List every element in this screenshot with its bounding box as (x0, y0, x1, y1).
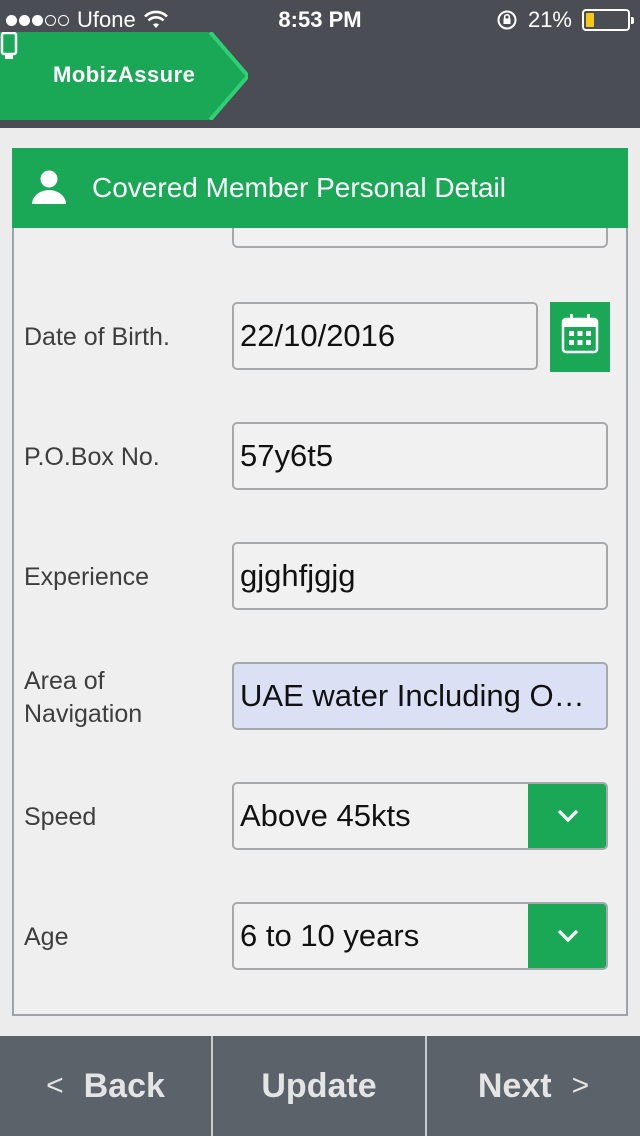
battery-level-fill (586, 13, 594, 27)
calendar-icon (561, 314, 599, 354)
brand-name: MobizAssure (53, 62, 196, 87)
pobox-input[interactable]: 57y6t5 (232, 422, 608, 490)
chevron-down-icon (557, 929, 579, 943)
pobox-label: P.O.Box No. (24, 443, 160, 471)
next-label: Next (477, 1066, 552, 1105)
dob-input[interactable]: 22/10/2016 (232, 302, 538, 370)
age-label: Age (24, 923, 69, 951)
speed-dropdown-button[interactable] (528, 784, 606, 848)
rotation-lock-icon (497, 10, 517, 30)
bottom-nav-bar: < Back Update Next > (0, 1036, 640, 1136)
battery-percent: 21% (527, 7, 572, 32)
navigation-area-input[interactable]: UAE water Including Oman (232, 662, 608, 730)
main-content: Covered Member Personal Detail Date of B… (0, 128, 640, 1036)
brand-badge[interactable]: MobizAssure (0, 32, 248, 120)
experience-label: Experience (24, 563, 150, 591)
update-label: Update (261, 1066, 377, 1105)
previous-field-input[interactable] (232, 228, 608, 248)
next-button[interactable]: Next > (427, 1036, 640, 1136)
chevron-left-icon: < (46, 1069, 64, 1102)
battery-icon (582, 9, 634, 31)
speed-label: Speed (24, 803, 97, 831)
update-button[interactable]: Update (213, 1036, 427, 1136)
status-right: 21% (496, 7, 634, 33)
card-title: Covered Member Personal Detail (92, 172, 506, 203)
member-detail-card: Covered Member Personal Detail Date of B… (12, 148, 628, 1016)
speed-select[interactable]: Above 45kts (232, 782, 608, 850)
back-button[interactable]: < Back (0, 1036, 213, 1136)
age-select[interactable]: 6 to 10 years (232, 902, 608, 970)
calendar-button[interactable] (550, 302, 610, 372)
navigation-area-label: Area of Navigation (24, 667, 143, 728)
person-icon (32, 170, 66, 204)
speed-value: Above 45kts (240, 798, 411, 833)
phone-icon (0, 32, 18, 59)
dob-label: Date of Birth. (24, 323, 170, 351)
app-bar: MobizAssure (0, 32, 640, 128)
experience-input[interactable]: gjghfjgjg (232, 542, 608, 610)
chevron-right-icon: > (571, 1069, 590, 1102)
age-value: 6 to 10 years (240, 918, 420, 953)
chevron-down-icon (557, 809, 579, 823)
back-label: Back (83, 1066, 165, 1105)
age-dropdown-button[interactable] (528, 904, 606, 968)
card-header: Covered Member Personal Detail (12, 148, 628, 228)
